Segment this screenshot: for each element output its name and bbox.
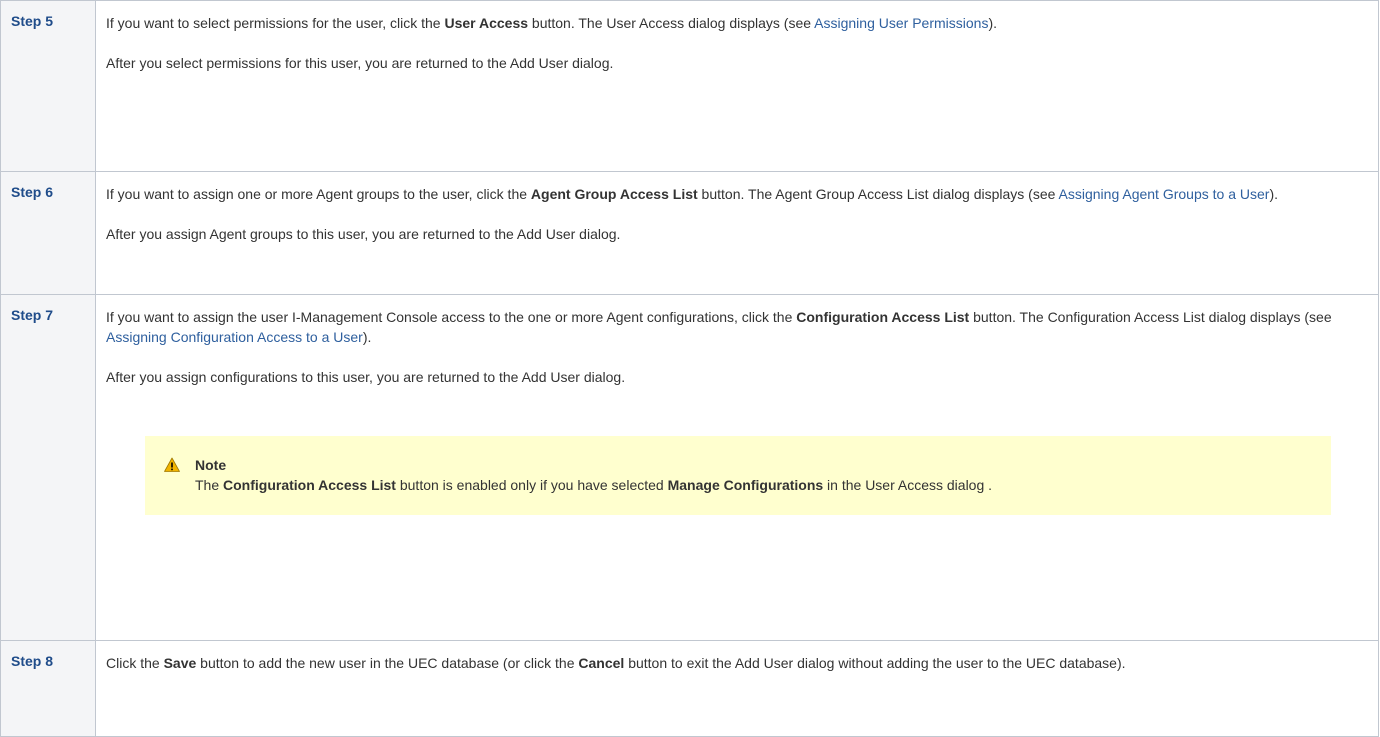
step-paragraph: After you assign Agent groups to this us… xyxy=(106,226,621,242)
warning-icon xyxy=(164,457,180,472)
steps-table: Step 5 If you want to select permissions… xyxy=(0,0,1379,737)
step-row: Step 6 If you want to assign one or more… xyxy=(0,171,1379,295)
ui-term: Configuration Access List xyxy=(796,309,970,325)
step-row: Step 7 If you want to assign the user I-… xyxy=(0,294,1379,641)
step-paragraph: If you want to assign one or more Agent … xyxy=(106,184,1368,204)
step-label: Step 5 xyxy=(0,0,96,172)
step-paragraph: After you assign configurations to this … xyxy=(106,369,626,385)
link-assigning-user-permissions[interactable]: Assigning User Permissions xyxy=(814,15,988,31)
step-content: If you want to assign the user I-Managem… xyxy=(95,294,1379,641)
text: Click the xyxy=(106,655,164,671)
text: button to exit the Add User dialog witho… xyxy=(624,655,1126,671)
text: button. The User Access dialog displays … xyxy=(528,15,815,31)
ui-term: User Access xyxy=(444,15,529,31)
text: If you want to assign the user I-Managem… xyxy=(106,309,797,325)
step-content: If you want to assign one or more Agent … xyxy=(95,171,1379,295)
link-assigning-agent-groups[interactable]: Assigning Agent Groups to a User xyxy=(1059,186,1270,202)
text: If you want to assign one or more Agent … xyxy=(106,186,531,202)
note-box: Note The Configuration Access List butto… xyxy=(145,436,1331,515)
step-paragraph: After you select permissions for this us… xyxy=(106,55,614,71)
step-content: If you want to select permissions for th… xyxy=(95,0,1379,172)
ui-term: Configuration Access List xyxy=(223,477,396,493)
ui-term: Manage Configurations xyxy=(667,477,824,493)
text: button is enabled only if you have selec… xyxy=(395,477,668,493)
text: button to add the new user in the UEC da… xyxy=(196,655,579,671)
text: button. The Configuration Access List di… xyxy=(969,309,1332,325)
link-assigning-configuration-access[interactable]: Assigning Configuration Access to a User xyxy=(106,329,363,345)
text: ). xyxy=(362,329,372,345)
step-label: Step 7 xyxy=(0,294,96,641)
text: The xyxy=(195,477,224,493)
step-label: Step 8 xyxy=(0,640,96,737)
step-content: Click the Save button to add the new use… xyxy=(95,640,1379,737)
step-row: Step 5 If you want to select permissions… xyxy=(0,0,1379,172)
step-label: Step 6 xyxy=(0,171,96,295)
ui-term: Agent Group Access List xyxy=(530,186,698,202)
step-paragraph: Click the Save button to add the new use… xyxy=(106,653,1368,673)
ui-term: Save xyxy=(163,655,197,671)
note-text: The Configuration Access List button is … xyxy=(195,475,1311,495)
note-title: Note xyxy=(195,457,227,473)
text: ). xyxy=(988,15,998,31)
step-row: Step 8 Click the Save button to add the … xyxy=(0,640,1379,737)
text: button. The Agent Group Access List dial… xyxy=(697,186,1059,202)
text: ). xyxy=(1269,186,1278,202)
step-paragraph: If you want to select permissions for th… xyxy=(106,13,1368,33)
step-paragraph: If you want to assign the user I-Managem… xyxy=(106,307,1368,347)
text: in the User Access dialog . xyxy=(823,477,993,493)
text: If you want to select permissions for th… xyxy=(106,15,445,31)
ui-term: Cancel xyxy=(578,655,625,671)
